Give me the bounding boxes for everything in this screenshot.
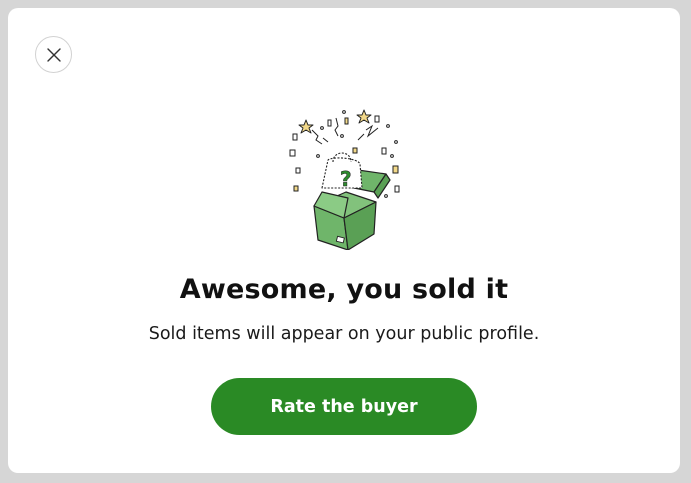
svg-text:?: ? [340,167,352,191]
sold-box-illustration: ? [289,109,400,250]
close-button[interactable] [35,36,72,73]
dialog-subtitle: Sold items will appear on your public pr… [148,324,540,344]
dialog-title: Awesome, you sold it [179,274,509,305]
sold-dialog: ? Awesome, you sold it Sold items will a… [8,8,680,473]
rate-buyer-button[interactable]: Rate the buyer [211,378,477,435]
close-icon [46,47,61,62]
